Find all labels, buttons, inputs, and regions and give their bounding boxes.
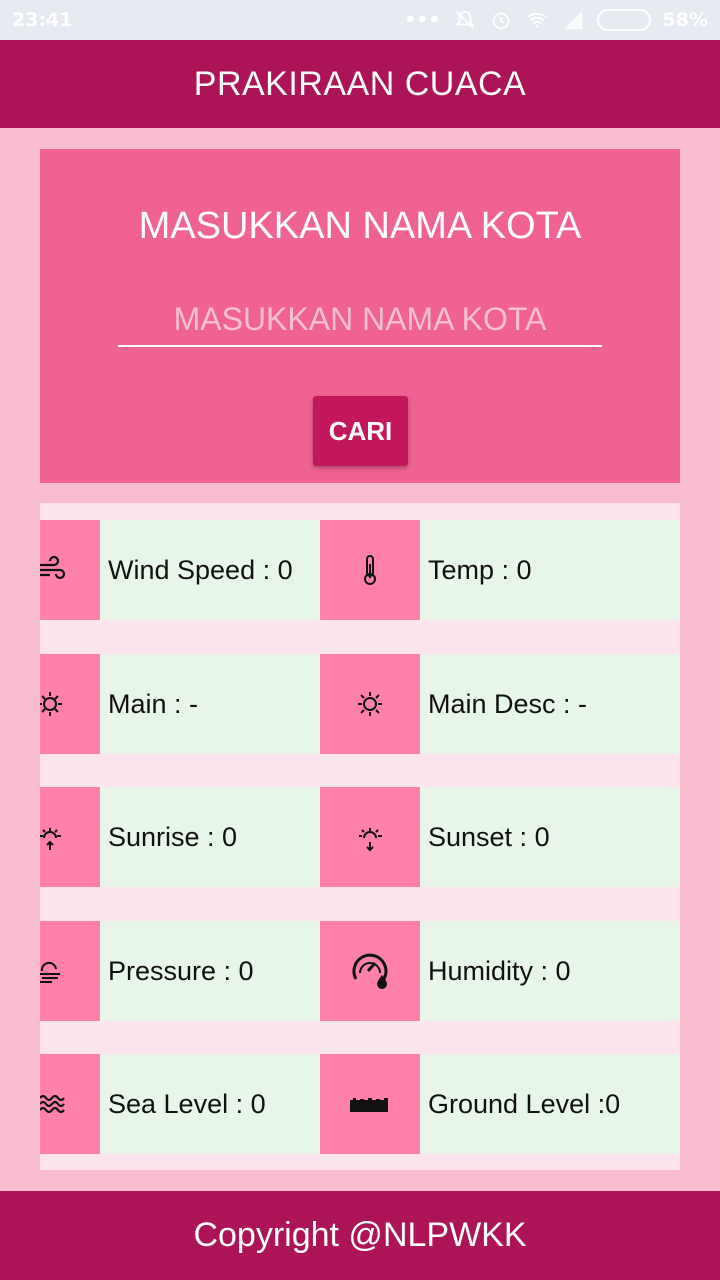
status-time: 23:41 — [12, 9, 73, 31]
wind-icon-box — [40, 520, 100, 620]
sunset-icon-box — [320, 787, 420, 887]
ground-level-cell: Ground Level :0 — [320, 1054, 680, 1154]
mute-bell-icon — [455, 10, 474, 29]
sunrise-label: Sunrise : 0 — [108, 821, 238, 852]
main-cell: Main : - — [40, 654, 320, 754]
app-bar: PRAKIRAAN CUACA — [0, 40, 720, 128]
waves-icon-box — [40, 1054, 100, 1154]
sea-level-label: Sea Level : 0 — [108, 1088, 266, 1119]
humidity-icon-box — [320, 921, 420, 1021]
weather-row: Sea Level : 0 Ground Level :0 — [40, 1054, 680, 1154]
ground-level-label: Ground Level :0 — [428, 1088, 621, 1119]
thermometer-icon-box — [320, 520, 420, 620]
sea-level-cell: Sea Level : 0 — [40, 1054, 320, 1154]
weather-row: Wind Speed : 0 Temp : 0 — [40, 520, 680, 620]
thermometer-icon — [364, 555, 376, 585]
footer: Copyright @NLPWKK — [0, 1191, 720, 1280]
temp-cell: Temp : 0 — [320, 520, 680, 620]
sunset-label: Sunset : 0 — [428, 821, 550, 852]
search-title: MASUKKAN NAMA KOTA — [138, 205, 582, 247]
sunset-cell: Sunset : 0 — [320, 787, 680, 887]
status-bar: 23:41 ••• 58% — [0, 0, 720, 40]
main-desc-cell: Main Desc : - — [320, 654, 680, 754]
cari-button[interactable]: CARI — [313, 396, 408, 466]
main-desc-label: Main Desc : - — [428, 688, 588, 719]
battery-percent: 58% — [662, 9, 708, 31]
wifi-icon — [526, 12, 547, 28]
wind-speed-cell: Wind Speed : 0 — [40, 520, 320, 620]
ground-icon-box — [320, 1054, 420, 1154]
temp-label: Temp : 0 — [428, 554, 532, 585]
waves-icon — [40, 1094, 65, 1114]
city-input[interactable] — [118, 299, 602, 347]
main-label: Main : - — [108, 688, 199, 719]
alarm-icon — [492, 12, 509, 30]
wind-icon — [40, 555, 66, 580]
weather-row: Sunrise : 0 Sunset : 0 — [40, 787, 680, 887]
weather-row: Main : - Main Desc : - — [40, 654, 680, 754]
sun-icon — [40, 692, 62, 716]
search-card: MASUKKAN NAMA KOTA CARI — [40, 149, 680, 483]
more-dots-icon: ••• — [404, 9, 441, 31]
wind-speed-label: Wind Speed : 0 — [108, 554, 293, 585]
app-title: PRAKIRAAN CUACA — [193, 64, 527, 103]
sunrise-icon — [40, 828, 61, 850]
pressure-cell: Pressure : 0 — [40, 921, 320, 1021]
sunrise-icon-box — [40, 787, 100, 887]
humidity-label: Humidity : 0 — [428, 955, 571, 986]
battery-icon — [596, 9, 651, 31]
sun-icon — [358, 692, 382, 716]
ground-icon — [350, 1098, 388, 1112]
pressure-label: Pressure : 0 — [108, 955, 254, 986]
sunrise-cell: Sunrise : 0 — [40, 787, 320, 887]
copyright-text: Copyright @NLPWKK — [193, 1216, 527, 1254]
sun-icon-box — [320, 654, 420, 754]
pressure-icon — [40, 961, 60, 983]
humidity-gauge-icon — [352, 953, 388, 989]
signal-icon — [563, 10, 582, 30]
weather-row: Pressure : 0 Humidity : 0 — [40, 921, 680, 1021]
status-icons: ••• 58% — [404, 9, 708, 31]
sun-icon-box — [40, 654, 100, 754]
humidity-cell: Humidity : 0 — [320, 921, 680, 1021]
pressure-icon-box — [40, 921, 100, 1021]
weather-grid: Wind Speed : 0 Temp : 0 Main : - Main De… — [40, 503, 680, 1170]
sunset-icon — [359, 828, 382, 852]
